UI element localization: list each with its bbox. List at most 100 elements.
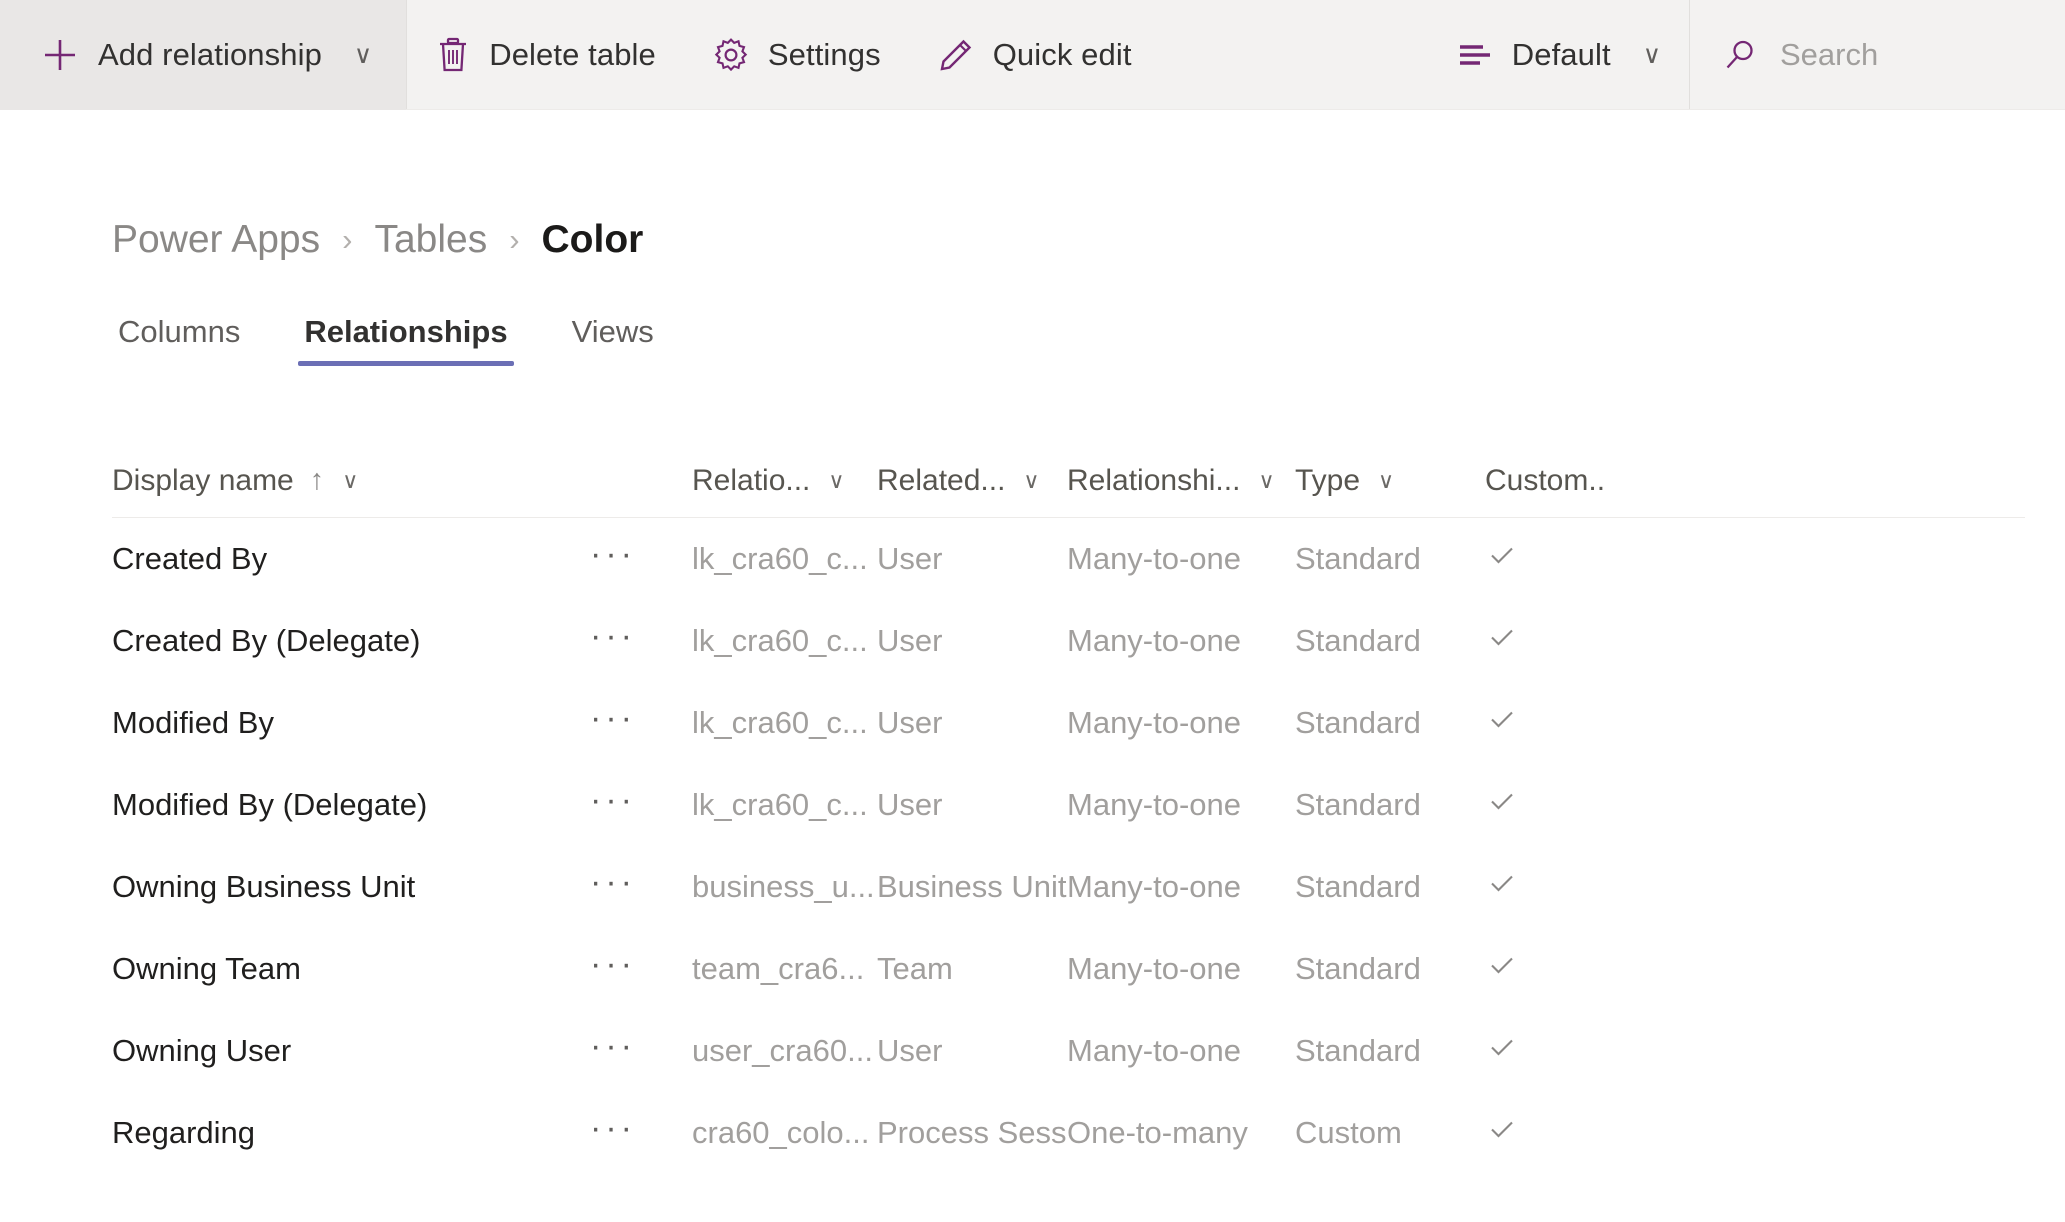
chevron-down-icon[interactable]: ∨ — [1643, 42, 1661, 68]
table-row[interactable]: Regarding ··· cra60_colo... Process Sessi On… — [112, 1092, 2025, 1174]
column-header-relationship-type[interactable]: Relationshi... ∨ — [1067, 464, 1295, 498]
breadcrumb-item-tables[interactable]: Tables — [374, 218, 487, 262]
cell-relationship: Many-to-one — [1067, 1033, 1242, 1068]
cell-related: User — [877, 787, 943, 822]
cell-related: User — [877, 705, 943, 740]
table-row[interactable]: Owning User ··· user_cra60... User Many-to-o… — [112, 1010, 2025, 1092]
column-header-type[interactable]: Type ∨ — [1295, 464, 1485, 498]
column-header-label: Custom... — [1485, 463, 1605, 497]
chevron-down-icon[interactable]: ∨ — [828, 469, 844, 492]
settings-label: Settings — [767, 37, 881, 72]
cell-type: Custom — [1295, 1115, 1402, 1150]
cell-type: Standard — [1295, 1033, 1421, 1068]
cell-display-name[interactable]: Created By (Delegate) — [112, 623, 590, 659]
table-row[interactable]: Modified By ··· lk_cra60_c... User Many-to-o… — [112, 682, 2025, 764]
cell-type: Standard — [1295, 951, 1421, 986]
cell-type: Standard — [1295, 869, 1421, 904]
page-content: Power Apps › Tables › Color Columns Rela… — [0, 218, 2065, 1174]
quick-edit-button[interactable]: Quick edit — [909, 0, 1160, 110]
table-row[interactable]: Owning Business Unit ··· business_u... Busi… — [112, 846, 2025, 928]
column-header-label: Related... — [877, 463, 1006, 497]
more-options-icon[interactable]: ··· — [590, 947, 636, 991]
cell-schema: team_cra6... — [692, 951, 865, 986]
cell-schema: cra60_colo... — [692, 1115, 870, 1150]
cell-customizable — [1485, 702, 1605, 744]
cell-schema: lk_cra60_c... — [692, 787, 868, 822]
cell-display-name[interactable]: Created By — [112, 541, 590, 577]
gear-icon — [712, 36, 750, 74]
cell-customizable — [1485, 866, 1605, 908]
column-header-label: Relatio... — [692, 463, 811, 497]
column-header-related-table[interactable]: Related... ∨ — [877, 464, 1067, 498]
cell-relationship: Many-to-one — [1067, 787, 1242, 822]
cell-customizable — [1485, 784, 1605, 826]
breadcrumb-separator-icon: › — [342, 222, 353, 257]
cell-relationship: Many-to-one — [1067, 705, 1242, 740]
cell-relationship: Many-to-one — [1067, 951, 1242, 986]
column-header-label: Type — [1295, 463, 1361, 497]
breadcrumb-separator-icon: › — [509, 222, 520, 257]
more-options-icon[interactable]: ··· — [590, 783, 636, 827]
cell-display-name[interactable]: Modified By (Delegate) — [112, 787, 590, 823]
cell-customizable — [1485, 948, 1605, 990]
chevron-down-icon[interactable]: ∨ — [1023, 469, 1039, 492]
column-header-relationship-name[interactable]: Relatio... ∨ — [692, 464, 877, 498]
quick-edit-label: Quick edit — [992, 37, 1132, 72]
cell-schema: lk_cra60_c... — [692, 541, 868, 576]
add-relationship-button[interactable]: Add relationship ∨ — [0, 0, 407, 110]
relationships-grid: Display name ↑ ∨ Relatio... ∨ Related...… — [112, 444, 2065, 1174]
cell-display-name[interactable]: Owning Team — [112, 951, 590, 987]
table-row[interactable]: Created By (Delegate) ··· lk_cra60_c... Use… — [112, 600, 2025, 682]
table-row[interactable]: Created By ··· lk_cra60_c... User Many-to-on… — [112, 518, 2025, 600]
more-options-icon[interactable]: ··· — [590, 865, 636, 909]
cell-type: Standard — [1295, 541, 1421, 576]
cell-display-name[interactable]: Owning User — [112, 1033, 590, 1069]
chevron-down-icon[interactable]: ∨ — [1258, 469, 1274, 492]
more-options-icon[interactable]: ··· — [590, 1029, 636, 1073]
delete-table-label: Delete table — [489, 37, 656, 72]
more-options-icon[interactable]: ··· — [590, 701, 636, 745]
check-icon — [1485, 1112, 1519, 1154]
cell-schema: lk_cra60_c... — [692, 623, 868, 658]
settings-button[interactable]: Settings — [684, 0, 909, 110]
row-overflow-menu: ··· — [590, 947, 692, 991]
cell-related: User — [877, 541, 943, 576]
add-relationship-label: Add relationship — [98, 37, 322, 72]
pencil-icon — [937, 36, 975, 74]
more-options-icon[interactable]: ··· — [590, 1111, 636, 1155]
cell-customizable — [1485, 620, 1605, 662]
more-options-icon[interactable]: ··· — [590, 619, 636, 663]
search-input[interactable]: Search — [1690, 0, 2065, 110]
check-icon — [1485, 702, 1519, 744]
table-row[interactable]: Modified By (Delegate) ··· lk_cra60_c... Us… — [112, 764, 2025, 846]
cell-related: User — [877, 623, 943, 658]
cell-type: Standard — [1295, 787, 1421, 822]
row-overflow-menu: ··· — [590, 865, 692, 909]
tab-columns[interactable]: Columns — [112, 314, 246, 366]
cell-schema: user_cra60... — [692, 1033, 873, 1068]
cell-display-name[interactable]: Owning Business Unit — [112, 869, 590, 905]
view-selector-button[interactable]: Default ∨ — [1428, 0, 1689, 110]
cell-relationship: One-to-many — [1067, 1115, 1248, 1150]
delete-table-button[interactable]: Delete table — [407, 0, 684, 110]
breadcrumb-item-power-apps[interactable]: Power Apps — [112, 218, 320, 262]
cell-display-name[interactable]: Modified By — [112, 705, 590, 741]
cell-related: Team — [877, 951, 953, 986]
cell-type: Standard — [1295, 623, 1421, 658]
cell-customizable — [1485, 1030, 1605, 1072]
chevron-down-icon[interactable]: ∨ — [1378, 469, 1394, 492]
tab-relationships[interactable]: Relationships — [298, 314, 514, 366]
row-overflow-menu: ··· — [590, 1111, 692, 1155]
chevron-down-icon[interactable]: ∨ — [342, 469, 358, 492]
chevron-down-icon[interactable]: ∨ — [354, 42, 372, 68]
column-header-customizable[interactable]: Custom... ∨ — [1485, 464, 1605, 498]
cell-schema: business_u... — [692, 869, 875, 904]
cell-display-name[interactable]: Regarding — [112, 1115, 590, 1151]
more-options-icon[interactable]: ··· — [590, 537, 636, 581]
cell-schema: lk_cra60_c... — [692, 705, 868, 740]
column-header-label: Relationshi... — [1067, 463, 1241, 497]
cell-relationship: Many-to-one — [1067, 869, 1242, 904]
column-header-display-name[interactable]: Display name ↑ ∨ — [112, 464, 590, 498]
tab-views[interactable]: Views — [566, 314, 660, 366]
table-row[interactable]: Owning Team ··· team_cra6... Team Many-to-on… — [112, 928, 2025, 1010]
